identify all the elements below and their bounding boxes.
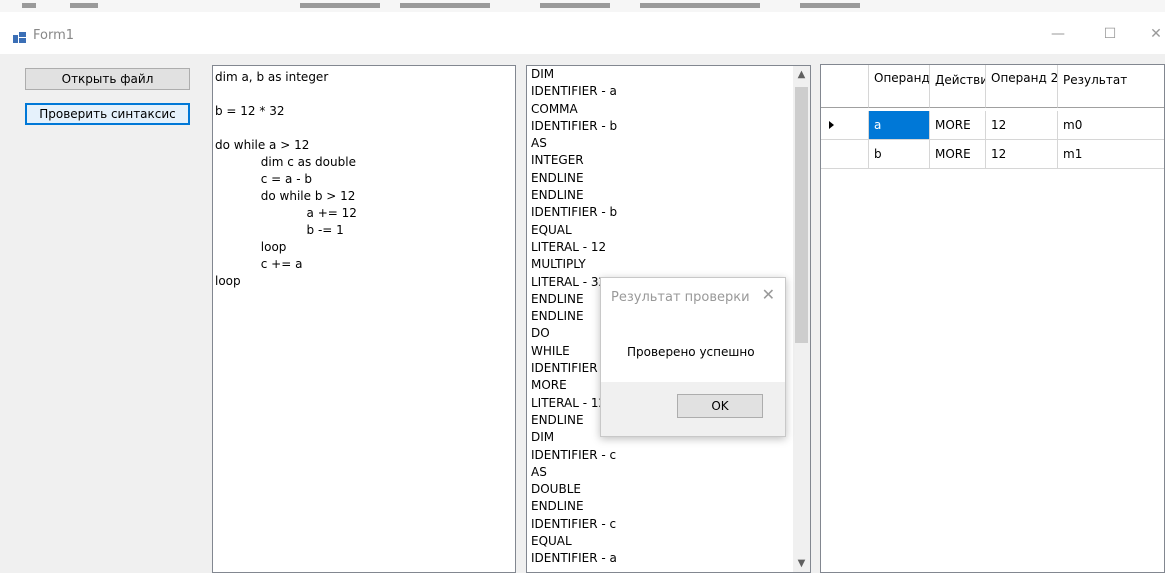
token-item[interactable]: IDENTIFIER - a [531,550,617,567]
scroll-up-icon[interactable]: ▲ [793,66,810,83]
code-editor[interactable]: dim a, b as integer b = 12 * 32 do while a… [212,65,516,573]
current-row-icon [829,121,834,129]
result-grid[interactable]: Операнд 1 Действие Операнд 2 Результат a… [820,64,1165,573]
row-header-corner [821,65,869,108]
code-line: dim a, b as integer [215,70,329,84]
maximize-button[interactable]: ☐ [1098,25,1122,43]
window-title: Form1 [33,28,75,43]
minimize-button[interactable]: — [1046,25,1070,43]
grid-cell[interactable]: 12 [986,140,1058,169]
grid-cell[interactable]: b [869,140,930,169]
token-item[interactable]: AS [531,464,617,481]
code-line: c = a - b [215,172,312,186]
token-item[interactable]: COMMA [531,101,617,118]
code-line: a += 12 [215,206,357,220]
token-item[interactable]: MULTIPLY [531,256,617,273]
app-icon [13,32,26,43]
token-item[interactable]: IDENTIFIER - c [531,447,617,464]
token-item[interactable]: EQUAL [531,222,617,239]
grid-cell[interactable]: m1 [1058,140,1164,169]
grid-cell[interactable]: MORE [930,111,986,140]
ok-button[interactable]: OK [677,394,763,418]
token-scrollbar[interactable]: ▲ ▼ [793,66,810,572]
code-line: b -= 1 [215,223,344,237]
check-syntax-button[interactable]: Проверить синтаксис [25,103,190,125]
dialog-footer: OK [601,382,785,436]
code-line: loop [215,240,287,254]
code-line: dim c as double [215,155,356,169]
grid-header-action[interactable]: Действие [930,65,986,108]
token-item[interactable]: IDENTIFIER - c [531,516,617,533]
grid-header-operand1[interactable]: Операнд 1 [869,65,930,108]
token-item[interactable]: ENDLINE [531,187,617,204]
row-header[interactable] [821,140,869,169]
code-line: c += a [215,257,303,271]
open-file-button[interactable]: Открыть файл [25,68,190,90]
token-item[interactable]: DOUBLE [531,481,617,498]
grid-cell[interactable]: a [869,111,930,140]
grid-cell[interactable]: MORE [930,140,986,169]
token-item[interactable]: LITERAL - 12 [531,239,617,256]
token-item[interactable]: ENDLINE [531,498,617,515]
grid-cell[interactable]: m0 [1058,111,1164,140]
token-item[interactable]: DIM [531,66,617,83]
token-item[interactable]: IDENTIFIER - b [531,118,617,135]
dialog-close-icon[interactable]: ✕ [762,285,775,304]
message-dialog: Результат проверки ✕ Проверено успешно O… [600,277,786,437]
token-item[interactable]: INTEGER [531,152,617,169]
code-line: loop [215,274,241,288]
grid-header-result[interactable]: Результат [1058,65,1164,108]
token-item[interactable]: ENDLINE [531,170,617,187]
title-bar: Form1 — ☐ ✕ [0,12,1165,54]
token-item[interactable]: EQUAL [531,533,617,550]
token-item[interactable]: AS [531,135,617,152]
row-header[interactable] [821,111,869,140]
dialog-title: Результат проверки [611,290,750,305]
code-line: do while b > 12 [215,189,356,203]
grid-header-operand2[interactable]: Операнд 2 [986,65,1058,108]
close-button[interactable]: ✕ [1147,25,1165,43]
scroll-down-icon[interactable]: ▼ [793,555,810,572]
code-line: b = 12 * 32 [215,104,285,118]
code-line: do while a > 12 [215,138,310,152]
grid-cell[interactable]: 12 [986,111,1058,140]
scroll-thumb[interactable] [795,87,808,343]
token-item[interactable]: IDENTIFIER - a [531,83,617,100]
dialog-message: Проверено успешно [627,345,755,359]
token-item[interactable]: IDENTIFIER - b [531,204,617,221]
